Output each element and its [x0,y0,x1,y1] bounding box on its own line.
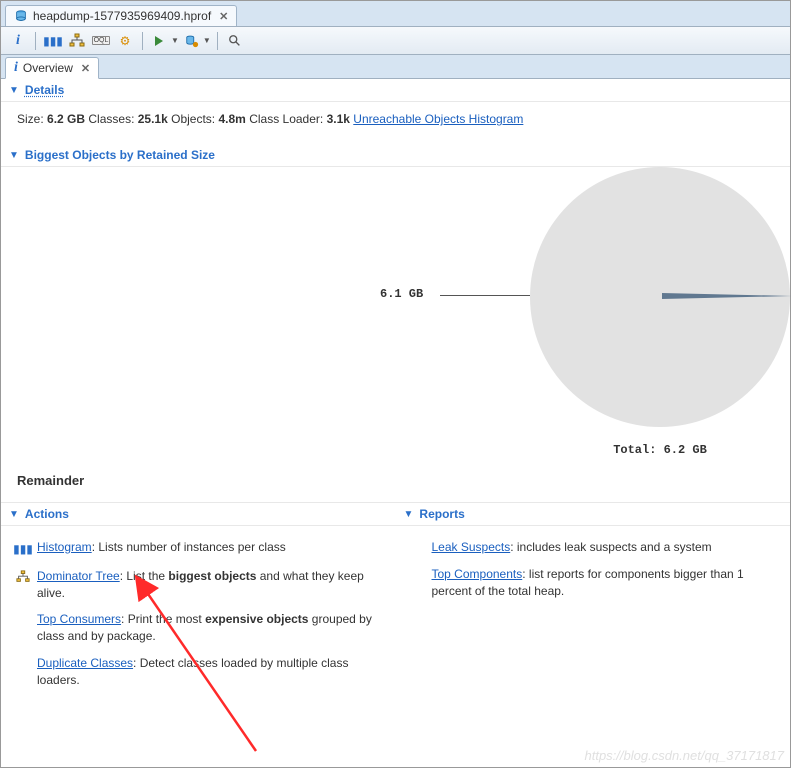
main-toolbar: i ▮▮▮ OQL ⚙ ▼ ▼ [1,27,790,55]
heap-file-icon [14,9,28,23]
reports-column: ▼ Reports Leak Suspects: includes leak s… [396,502,791,702]
info-icon: i [16,33,20,49]
section-header-details[interactable]: ▼ Details [1,79,790,102]
collapse-arrow-icon: ▼ [9,85,19,96]
pie-total-label: Total: 6.2 GB [613,443,707,457]
remainder-label: Remainder [1,467,790,502]
report-top-components: Top Components: list reports for compone… [410,561,777,605]
info-button[interactable]: i [7,30,29,52]
actions-column: ▼ Actions ▮▮▮ Histogram: Lists number of… [1,502,396,702]
collapse-arrow-icon: ▼ [9,150,19,161]
tree-icon [15,568,31,584]
duplicate-classes-link[interactable]: Duplicate Classes [37,656,133,670]
collapse-arrow-icon: ▼ [404,509,414,520]
top-consumers-link[interactable]: Top Consumers [37,612,121,626]
section-title: Reports [419,507,464,521]
action-top-consumers: Top Consumers: Print the most expensive … [15,606,382,650]
top-components-link[interactable]: Top Components [432,567,523,581]
section-title: Details [25,83,64,97]
collapse-arrow-icon: ▼ [9,509,19,520]
toolbar-separator [35,32,36,50]
thread-button[interactable]: ⚙ [114,30,136,52]
pie-leader-line [440,295,530,296]
toolbar-separator [142,32,143,50]
gear-icon: ⚙ [120,34,131,48]
oql-button[interactable]: OQL [90,30,112,52]
search-button[interactable] [224,30,246,52]
histogram-button[interactable]: ▮▮▮ [42,30,64,52]
unreachable-objects-link[interactable]: Unreachable Objects Histogram [353,112,523,126]
toolbar-separator [217,32,218,50]
section-header-actions[interactable]: ▼ Actions [1,502,396,526]
info-icon: i [14,60,18,76]
section-title: Biggest Objects by Retained Size [25,148,215,162]
tree-icon [69,33,85,49]
pie-slice-label: 6.1 GB [380,287,423,301]
pie-chart-area: 6.1 GB Total: 6.2 GB [1,167,790,467]
query-browser-button[interactable] [181,30,203,52]
action-duplicate-classes: Duplicate Classes: Detect classes loaded… [15,650,382,694]
watermark: https://blog.csdn.net/qq_37171817 [585,748,785,763]
action-dominator-tree: Dominator Tree: List the biggest objects… [15,563,382,607]
bars-icon: ▮▮▮ [43,34,63,48]
run-report-button[interactable] [149,30,171,52]
search-icon [228,34,242,48]
inner-tab-label: Overview [23,61,73,75]
action-histogram: ▮▮▮ Histogram: Lists number of instances… [15,534,382,563]
close-icon[interactable]: ✕ [81,62,90,75]
bars-icon: ▮▮▮ [13,541,33,558]
histogram-link[interactable]: Histogram [37,540,92,554]
pie-chart[interactable]: 6.1 GB [530,167,790,427]
editor-tab-label: heapdump-1577935969409.hprof [33,9,211,23]
play-icon [153,34,167,48]
dropdown-arrow-icon[interactable]: ▼ [203,36,211,45]
section-title: Actions [25,507,69,521]
pie-slice-remainder [662,293,791,299]
db-gear-icon [185,34,199,48]
leak-suspects-link[interactable]: Leak Suspects [432,540,511,554]
content-area: ▼ Details Size: 6.2 GB Classes: 25.1k Ob… [1,79,790,702]
dominator-tree-button[interactable] [66,30,88,52]
section-header-reports[interactable]: ▼ Reports [396,502,791,526]
section-header-biggest[interactable]: ▼ Biggest Objects by Retained Size [1,144,790,167]
tab-overview[interactable]: i Overview ✕ [5,57,99,79]
dominator-tree-link[interactable]: Dominator Tree [37,569,120,583]
close-icon[interactable]: ✕ [219,10,228,23]
editor-tab-heapdump[interactable]: heapdump-1577935969409.hprof ✕ [5,5,237,26]
oql-icon: OQL [92,36,111,45]
details-stats: Size: 6.2 GB Classes: 25.1k Objects: 4.8… [1,102,790,144]
editor-tab-bar: heapdump-1577935969409.hprof ✕ [1,1,790,27]
dropdown-arrow-icon[interactable]: ▼ [171,36,179,45]
inner-tab-bar: i Overview ✕ [1,55,790,79]
report-leak-suspects: Leak Suspects: includes leak suspects an… [410,534,777,561]
